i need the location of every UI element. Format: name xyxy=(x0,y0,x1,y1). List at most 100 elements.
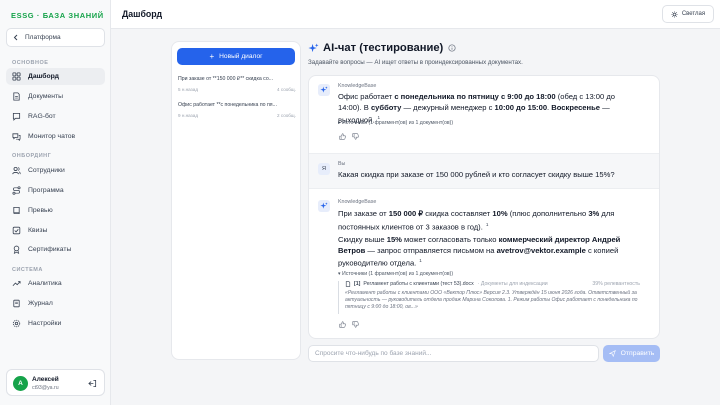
message-sender: KnowledgeBase xyxy=(338,199,377,205)
sidebar-item-label: Дашборд xyxy=(28,73,59,80)
user-name: Алексей xyxy=(32,376,59,383)
book-icon xyxy=(13,206,20,215)
source-relevance: 39% релевантность xyxy=(592,281,640,287)
source-document: Регламент работы с клиентами (тест 53).d… xyxy=(363,281,474,287)
bot-avatar xyxy=(318,84,330,96)
sidebar-item-label: Сертификаты xyxy=(28,246,72,253)
user-message: Я Вы Какая скидка при заказе от 150 000 … xyxy=(309,153,659,189)
source-card[interactable]: [1] Регламент работы с клиентами (тест 5… xyxy=(338,281,652,314)
new-dialog-label: Новый диалог xyxy=(219,53,263,60)
sidebar-item-label: Квизы xyxy=(28,227,48,234)
section-system-label: СИСТЕМА xyxy=(12,267,43,273)
route-icon xyxy=(12,186,21,195)
gear-icon xyxy=(12,319,21,328)
citation-marker[interactable]: 1 xyxy=(486,222,489,227)
chat-subtitle: Задавайте вопросы — AI ищет ответы в про… xyxy=(308,59,523,66)
bot-message: KnowledgeBase При заказе от 150 000 ₽ ск… xyxy=(309,189,659,338)
section-main-label: ОСНОВНОЕ xyxy=(12,60,49,66)
journal-icon xyxy=(13,299,20,308)
thumbs-up-icon[interactable] xyxy=(339,133,346,140)
plus-icon: + xyxy=(209,51,215,61)
sidebar-item-staff[interactable]: Сотрудники xyxy=(6,162,105,179)
chat-bubble-icon xyxy=(12,112,21,121)
sidebar-item-monitor[interactable]: Монитор чатов xyxy=(6,128,105,145)
users-icon xyxy=(12,166,21,175)
sidebar-item-ragbot[interactable]: RAG-бот xyxy=(6,108,105,125)
dialog-list-panel: + Новый диалог При заказе от **150 000 ₽… xyxy=(171,41,301,360)
dialog-title: Офис работает **с понедельника по пя... xyxy=(178,102,277,108)
sparkles-icon xyxy=(308,42,319,52)
message-text: При заказе от 150 000 ₽ скидка составляе… xyxy=(338,209,615,232)
sun-icon xyxy=(671,10,678,18)
section-onboarding-label: ОНБОРДИНГ xyxy=(12,153,52,159)
user-card: A Алексей ct93@ya.ru xyxy=(6,369,105,396)
platform-label: Платформа xyxy=(25,34,61,41)
chat-input[interactable]: Спросите что-нибудь по базе знаний... xyxy=(308,345,599,362)
logout-icon[interactable] xyxy=(88,379,97,388)
message-sender: Вы xyxy=(338,161,346,167)
sidebar-item-preview[interactable]: Превью xyxy=(6,202,105,219)
document-icon xyxy=(13,92,20,101)
sources-toggle[interactable]: ▾ Источники (1 фрагмент(ов) из 1 докумен… xyxy=(338,271,453,277)
dialog-list-item[interactable]: Офис работает **с понедельника по пя... … xyxy=(178,102,296,118)
page-title: Дашборд xyxy=(122,9,163,19)
dialog-time: 9 н.назад xyxy=(178,113,199,118)
citation-marker[interactable]: 1 xyxy=(419,258,422,263)
bot-message: KnowledgeBase Офис работает с понедельни… xyxy=(309,76,659,153)
message-text: Скидку выше 15% может согласовать только… xyxy=(338,235,621,268)
sparkles-icon xyxy=(320,202,328,209)
new-dialog-button[interactable]: + Новый диалог xyxy=(177,48,295,65)
sidebar-item-documents[interactable]: Документы xyxy=(6,88,105,105)
info-icon[interactable] xyxy=(448,44,456,52)
message-sender: KnowledgeBase xyxy=(338,83,377,89)
sidebar-item-program[interactable]: Программа xyxy=(6,182,105,199)
sidebar-item-label: Монитор чатов xyxy=(28,133,76,140)
dialog-time: 5 н.назад xyxy=(178,87,199,92)
sidebar: ESSG · БАЗА ЗНАНИЙ Платформа ОСНОВНОЕ Да… xyxy=(0,0,111,405)
sidebar-item-label: Настройки xyxy=(28,320,62,327)
source-quote: «Регламент работы с клиентами ООО «Векто… xyxy=(345,290,638,310)
trend-icon xyxy=(12,281,21,287)
sidebar-item-analytics[interactable]: Аналитика xyxy=(6,275,105,292)
chat-title: AI-чат (тестирование) xyxy=(323,42,444,54)
chevron-left-icon xyxy=(13,34,18,41)
grid-icon xyxy=(12,72,21,81)
avatar: A xyxy=(13,376,28,391)
award-icon xyxy=(13,245,20,254)
dialog-list-item[interactable]: При заказе от **150 000 ₽** скидка со...… xyxy=(178,76,296,92)
messages-panel: KnowledgeBase Офис работает с понедельни… xyxy=(308,75,660,339)
dialog-count: 4 сообщ. xyxy=(277,87,296,92)
message-text: Какая скидка при заказе от 150 000 рубле… xyxy=(338,170,615,179)
sidebar-item-label: RAG-бот xyxy=(28,113,56,120)
sidebar-item-certificates[interactable]: Сертификаты xyxy=(6,241,105,258)
thumbs-down-icon[interactable] xyxy=(352,321,359,328)
sidebar-item-quizzes[interactable]: Квизы xyxy=(6,222,105,239)
send-button[interactable]: Отправить xyxy=(603,345,660,362)
sparkles-icon xyxy=(320,86,328,93)
thumbs-down-icon[interactable] xyxy=(352,133,359,140)
sidebar-item-label: Превью xyxy=(28,207,53,214)
document-icon xyxy=(345,281,351,287)
bot-avatar xyxy=(318,200,330,212)
sidebar-item-dashboard[interactable]: Дашборд xyxy=(6,68,105,85)
sources-toggle[interactable]: ▸ Источники (1 фрагмент(ов) из 1 докумен… xyxy=(338,120,453,126)
sidebar-item-journal[interactable]: Журнал xyxy=(6,295,105,312)
chat-header: AI-чат (тестирование) Задавайте вопросы … xyxy=(308,42,523,66)
brand-logo-text: ESSG · БАЗА ЗНАНИЙ xyxy=(11,11,104,20)
send-label: Отправить xyxy=(620,350,655,357)
sidebar-item-label: Сотрудники xyxy=(28,167,65,174)
thumbs-up-icon[interactable] xyxy=(339,321,346,328)
user-avatar: Я xyxy=(318,163,330,175)
sidebar-item-settings[interactable]: Настройки xyxy=(6,315,105,332)
user-email: ct93@ya.ru xyxy=(32,385,59,391)
checkbox-icon xyxy=(12,226,21,235)
platform-button[interactable]: Платформа xyxy=(6,28,105,47)
chat-bubbles-icon xyxy=(12,133,21,141)
theme-label: Светлая xyxy=(681,11,706,17)
dialog-count: 2 сообщ. xyxy=(277,113,296,118)
send-icon xyxy=(608,350,616,357)
sidebar-item-label: Аналитика xyxy=(28,280,62,287)
topbar: Дашборд Светлая xyxy=(111,0,720,29)
theme-toggle-button[interactable]: Светлая xyxy=(662,5,714,23)
source-collection: · Документы для индексации xyxy=(477,281,548,287)
